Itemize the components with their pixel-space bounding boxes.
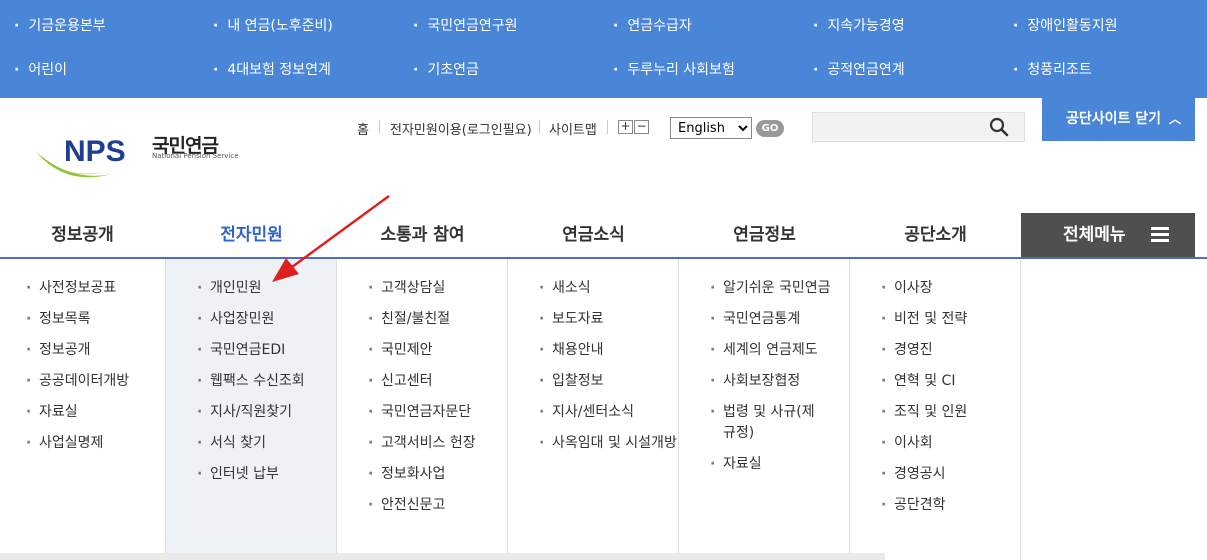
site-link-basic-pension[interactable]: 기초연금	[413, 59, 479, 79]
sitemap-link[interactable]: 사이트맵	[549, 119, 597, 138]
submenu-item[interactable]: 새소식	[539, 278, 591, 299]
gnb-pension-info[interactable]: 연금정보	[679, 213, 850, 257]
submenu-item[interactable]: 채용안내	[539, 340, 603, 361]
go-button[interactable]: GO	[756, 120, 784, 137]
all-menu-button[interactable]: 전체메뉴	[1021, 213, 1195, 257]
submenu-item[interactable]: 비전 및 전략	[881, 309, 967, 330]
divider	[539, 120, 540, 134]
search-icon[interactable]	[989, 117, 1009, 137]
gnb-about[interactable]: 공단소개	[850, 213, 1021, 257]
all-menu-label: 전체메뉴	[1063, 225, 1126, 245]
submenu-item[interactable]: 세계의 연금제도	[710, 340, 818, 361]
site-link-4insurance[interactable]: 4대보험 정보연계	[213, 59, 331, 79]
submenu-item[interactable]: 이사회	[881, 433, 933, 454]
submenu-item[interactable]: 지사/직원찾기	[197, 402, 292, 423]
submenu-col-e-civil: 개인민원 사업장민원 국민연금EDI 웹팩스 수신조회 지사/직원찾기 서식 찾…	[166, 259, 337, 560]
site-link-sustainability[interactable]: 지속가능경영	[813, 15, 904, 35]
login-link[interactable]: 전자민원이용(로그인필요)	[390, 119, 532, 138]
page-scroll-strip	[0, 553, 885, 560]
submenu-item[interactable]: 국민연금EDI	[197, 340, 285, 361]
submenu-item[interactable]: 인터넷 납부	[197, 464, 279, 485]
site-link-public-pension[interactable]: 공적연금연계	[813, 59, 904, 79]
logo-mark: NPS	[64, 135, 126, 168]
submenu-item[interactable]: 사회보장협정	[710, 371, 800, 392]
zoom-in-button[interactable]: +	[618, 120, 633, 134]
submenu-item[interactable]: 정보목록	[26, 309, 90, 330]
submenu-col-communication: 고객상담실 친절/불친절 국민제안 신고센터 국민연금자문단 고객서비스 헌장 …	[337, 259, 508, 560]
divider	[607, 120, 608, 134]
submenu-item[interactable]: 알기쉬운 국민연금	[710, 278, 830, 299]
chevron-up-icon: ︿	[1168, 112, 1181, 126]
site-link-resort[interactable]: 청풍리조트	[1013, 59, 1091, 79]
submenu-item[interactable]: 사옥임대 및 시설개방	[539, 433, 677, 454]
submenu-item[interactable]: 이사장	[881, 278, 933, 299]
zoom-out-button[interactable]: −	[634, 120, 649, 134]
submenu-item[interactable]: 사전정보공표	[26, 278, 116, 299]
submenu-item[interactable]: 국민제안	[368, 340, 432, 361]
submenu-item[interactable]: 친절/불친절	[368, 309, 450, 330]
close-sites-button[interactable]: 공단사이트 닫기 ︿	[1042, 98, 1195, 141]
submenu-item-personal-civil[interactable]: 개인민원	[197, 278, 261, 299]
submenu-item[interactable]: 보도자료	[539, 309, 603, 330]
submenu-item[interactable]: 경영공시	[881, 464, 945, 485]
site-link-kids[interactable]: 어린이	[14, 59, 67, 79]
submenu-item[interactable]: 입찰정보	[539, 371, 603, 392]
submenu-item[interactable]: 서식 찾기	[197, 433, 266, 454]
submenu-item[interactable]: 정보화사업	[368, 464, 445, 485]
submenu-col-about: 이사장 비전 및 전략 경영진 연혁 및 CI 조직 및 인원 이사회 경영공시…	[850, 259, 1021, 560]
submenu-col-news: 새소식 보도자료 채용안내 입찰정보 지사/센터소식 사옥임대 및 시설개방	[508, 259, 679, 560]
gnb-news[interactable]: 연금소식	[508, 213, 679, 257]
submenu-item[interactable]: 국민연금통계	[710, 309, 800, 330]
submenu-item[interactable]: 자료실	[26, 402, 78, 423]
site-link-durunuri[interactable]: 두루누리 사회보험	[613, 59, 735, 79]
submenu-item[interactable]: 공공데이터개방	[26, 371, 129, 392]
submenu-item[interactable]: 국민연금자문단	[368, 402, 471, 423]
submenu-item[interactable]: 법령 및 사규(제규정)	[710, 402, 823, 444]
language-select[interactable]: English	[670, 117, 752, 139]
submenu-item[interactable]: 경영진	[881, 340, 933, 361]
hamburger-icon	[1151, 227, 1169, 243]
site-link-recipients[interactable]: 연금수급자	[613, 15, 691, 35]
submenu-item[interactable]: 연혁 및 CI	[881, 371, 956, 392]
site-link-fund[interactable]: 기금운용본부	[14, 15, 105, 35]
submenu-item[interactable]: 신고센터	[368, 371, 432, 392]
submenu-item[interactable]: 조직 및 인원	[881, 402, 967, 423]
submenu-item[interactable]: 고객서비스 헌장	[368, 433, 476, 454]
search-input[interactable]	[816, 116, 981, 138]
submenu-item[interactable]: 사업장민원	[197, 309, 274, 330]
gnb-e-civil[interactable]: 전자민원	[166, 213, 337, 257]
submenu-item[interactable]: 웹팩스 수신조회	[197, 371, 305, 392]
submenu-item[interactable]: 공단견학	[881, 495, 945, 516]
site-link-research[interactable]: 국민연금연구원	[413, 15, 517, 35]
submenu-col-info: 사전정보공표 정보목록 정보공개 공공데이터개방 자료실 사업실명제	[0, 259, 166, 560]
submenu-item[interactable]: 사업실명제	[26, 433, 103, 454]
close-sites-label: 공단사이트 닫기	[1066, 111, 1162, 127]
divider	[379, 120, 380, 134]
submenu-item[interactable]: 자료실	[710, 454, 762, 475]
submenu-col-pension-info: 알기쉬운 국민연금 국민연금통계 세계의 연금제도 사회보장협정 법령 및 사규…	[679, 259, 850, 560]
gnb-info-disclosure[interactable]: 정보공개	[0, 213, 165, 257]
submenu-item[interactable]: 지사/센터소식	[539, 402, 634, 423]
logo-subtitle: National Pension Service	[152, 152, 239, 160]
related-sites-bar: 기금운용본부 내 연금(노후준비) 국민연금연구원 연금수급자 지속가능경영 장…	[0, 0, 1207, 98]
submenu-item[interactable]: 안전신문고	[368, 495, 445, 516]
home-link[interactable]: 홈	[357, 119, 369, 138]
submenu-item[interactable]: 정보공개	[26, 340, 90, 361]
submenu-item[interactable]: 고객상담실	[368, 278, 445, 299]
gnb-communication[interactable]: 소통과 참여	[337, 213, 508, 257]
site-link-my-pension[interactable]: 내 연금(노후준비)	[213, 15, 333, 35]
site-link-disability[interactable]: 장애인활동지원	[1013, 15, 1117, 35]
